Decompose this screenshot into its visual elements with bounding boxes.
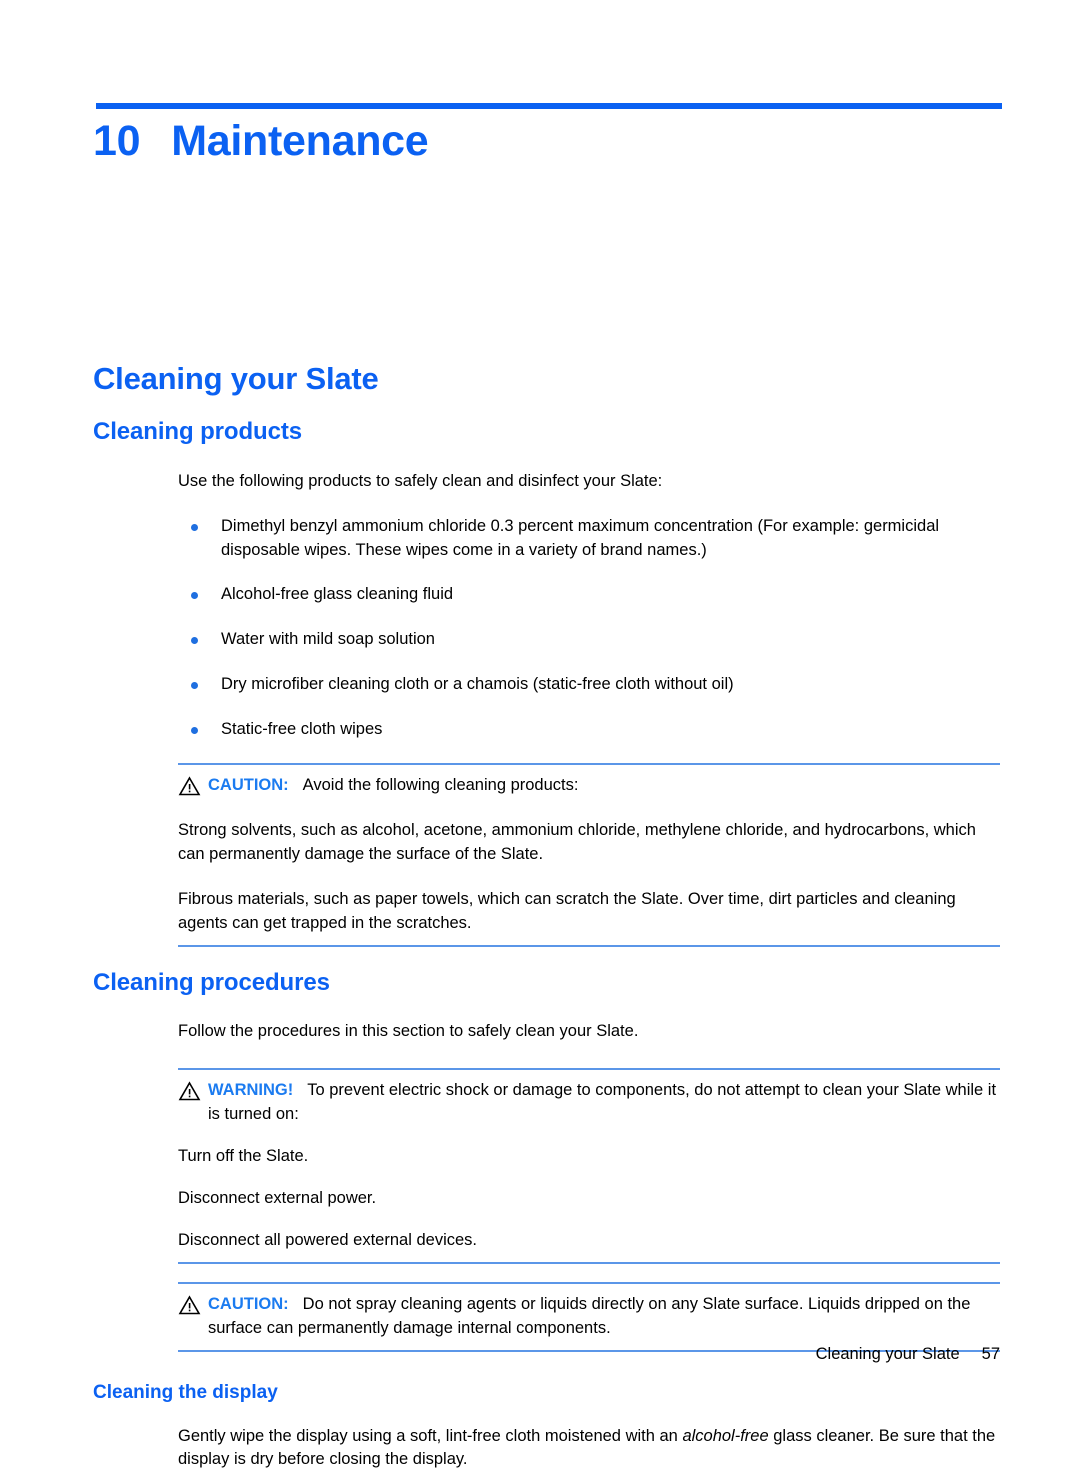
caution-box-cleaning-products: CAUTION: Avoid the following cleaning pro… xyxy=(178,763,1000,947)
warning-triangle-icon xyxy=(178,776,202,796)
warning-step: Disconnect external power. xyxy=(178,1189,377,1208)
list-item: Static-free cloth wipes xyxy=(178,718,1000,742)
footer-page-number: 57 xyxy=(981,1345,1000,1363)
caution-lead-text: Do not spray cleaning agents or liquids … xyxy=(208,1294,971,1337)
chapter-top-rule xyxy=(96,103,1002,109)
document-page: 10 Maintenance Cleaning your Slate Cleani… xyxy=(0,0,1080,1468)
heading-cleaning-products: Cleaning products xyxy=(93,418,302,446)
cleaning-procedures-intro: Follow the procedures in this section to… xyxy=(178,1022,639,1041)
caution-lead-line: CAUTION: Do not spray cleaning agents or … xyxy=(178,1293,1000,1341)
warning-triangle-icon xyxy=(178,1295,202,1315)
chapter-name: Maintenance xyxy=(171,117,429,165)
display-text-italic: alcohol-free xyxy=(682,1426,769,1445)
list-item: Water with mild soap solution xyxy=(178,628,1000,652)
list-item: Alcohol-free glass cleaning fluid xyxy=(178,583,1000,607)
warning-box-cleaning-procedures: WARNING! To prevent electric shock or dam… xyxy=(178,1068,1000,1264)
warning-lead-line: WARNING! To prevent electric shock or dam… xyxy=(178,1079,1000,1127)
caution-label: CAUTION: xyxy=(208,776,289,795)
cleaning-products-body: Use the following products to safely cle… xyxy=(178,470,1000,742)
chapter-title: 10 Maintenance xyxy=(93,117,429,166)
cleaning-the-display-body: Gently wipe the display using a soft, li… xyxy=(178,1425,1000,1472)
warning-lead-text: To prevent electric shock or damage to c… xyxy=(208,1081,997,1124)
cleaning-products-intro: Use the following products to safely cle… xyxy=(178,471,663,490)
heading-cleaning-procedures: Cleaning procedures xyxy=(93,968,330,996)
chapter-number: 10 xyxy=(93,117,141,165)
list-item: Dimethyl benzyl ammonium chloride 0.3 pe… xyxy=(178,515,1000,563)
page-footer: Cleaning your Slate 57 xyxy=(0,1345,1080,1364)
warning-label: WARNING! xyxy=(208,1081,294,1100)
footer-section-label: Cleaning your Slate xyxy=(815,1345,960,1363)
caution-paragraph: Strong solvents, such as alcohol, aceton… xyxy=(178,821,976,863)
caution-box-cleaning-procedures: CAUTION: Do not spray cleaning agents or … xyxy=(178,1281,1000,1352)
cleaning-the-display-text: Gently wipe the display using a soft, li… xyxy=(178,1425,1000,1472)
document-content: Cleaning your Slate Cleaning products Us… xyxy=(0,361,1080,1472)
display-text-part1: Gently wipe the display using a soft, li… xyxy=(178,1426,683,1445)
caution-lead-line: CAUTION: Avoid the following cleaning pro… xyxy=(178,774,1000,798)
warning-triangle-icon xyxy=(178,1081,202,1101)
warning-step: Disconnect all powered external devices. xyxy=(178,1230,477,1249)
page-title: Cleaning your Slate xyxy=(93,361,379,396)
list-item: Dry microfiber cleaning cloth or a chamo… xyxy=(178,673,1000,697)
cleaning-procedures-body: Follow the procedures in this section to… xyxy=(178,1020,1000,1044)
heading-cleaning-the-display: Cleaning the display xyxy=(93,1381,278,1403)
warning-step: Turn off the Slate. xyxy=(178,1147,309,1166)
caution-label: CAUTION: xyxy=(208,1294,289,1313)
cleaning-products-list: Dimethyl benzyl ammonium chloride 0.3 pe… xyxy=(178,515,1000,743)
caution-paragraph: Fibrous materials, such as paper towels,… xyxy=(178,889,956,932)
caution-lead-text: Avoid the following cleaning products: xyxy=(302,776,579,795)
